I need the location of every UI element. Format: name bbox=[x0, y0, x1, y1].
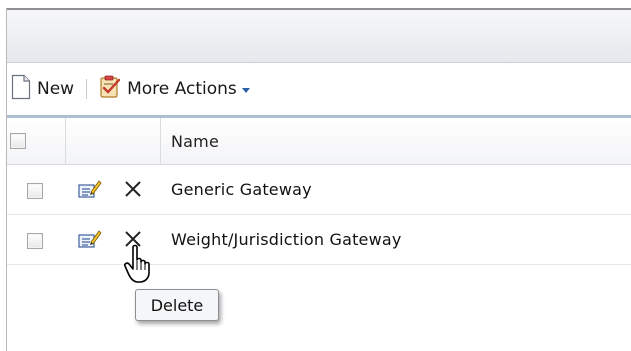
toolbar-separator bbox=[86, 79, 88, 99]
delete-tooltip: Delete bbox=[135, 289, 219, 321]
row-name[interactable]: Weight/Jurisdiction Gateway bbox=[171, 215, 402, 264]
toolbar: New More Actions bbox=[7, 63, 631, 115]
table-row[interactable]: Generic Gateway bbox=[7, 165, 631, 215]
panel-header bbox=[7, 10, 631, 63]
clipboard-check-icon bbox=[99, 75, 121, 104]
header-actions-column bbox=[65, 118, 161, 164]
row-checkbox[interactable] bbox=[27, 233, 43, 249]
table-row[interactable]: Weight/Jurisdiction Gateway bbox=[7, 215, 631, 265]
select-all-checkbox[interactable] bbox=[10, 133, 26, 149]
more-actions-label: More Actions bbox=[127, 79, 237, 99]
chevron-down-icon bbox=[241, 87, 250, 93]
column-header-name[interactable]: Name bbox=[171, 118, 219, 164]
gateways-panel: New More Actions Name Generic Gateway We… bbox=[0, 0, 631, 351]
row-checkbox[interactable] bbox=[27, 183, 43, 199]
delete-icon[interactable] bbox=[123, 179, 143, 199]
edit-icon[interactable] bbox=[78, 179, 102, 199]
header-check-column bbox=[7, 118, 66, 164]
hand-pointer-cursor-icon bbox=[124, 244, 160, 284]
new-button[interactable]: New bbox=[11, 74, 74, 104]
new-button-label: New bbox=[37, 79, 75, 99]
more-actions-button[interactable]: More Actions bbox=[99, 74, 250, 104]
grid-header: Name bbox=[7, 115, 631, 165]
edit-icon[interactable] bbox=[78, 229, 102, 249]
row-name[interactable]: Generic Gateway bbox=[171, 165, 312, 214]
new-document-icon bbox=[11, 74, 31, 105]
